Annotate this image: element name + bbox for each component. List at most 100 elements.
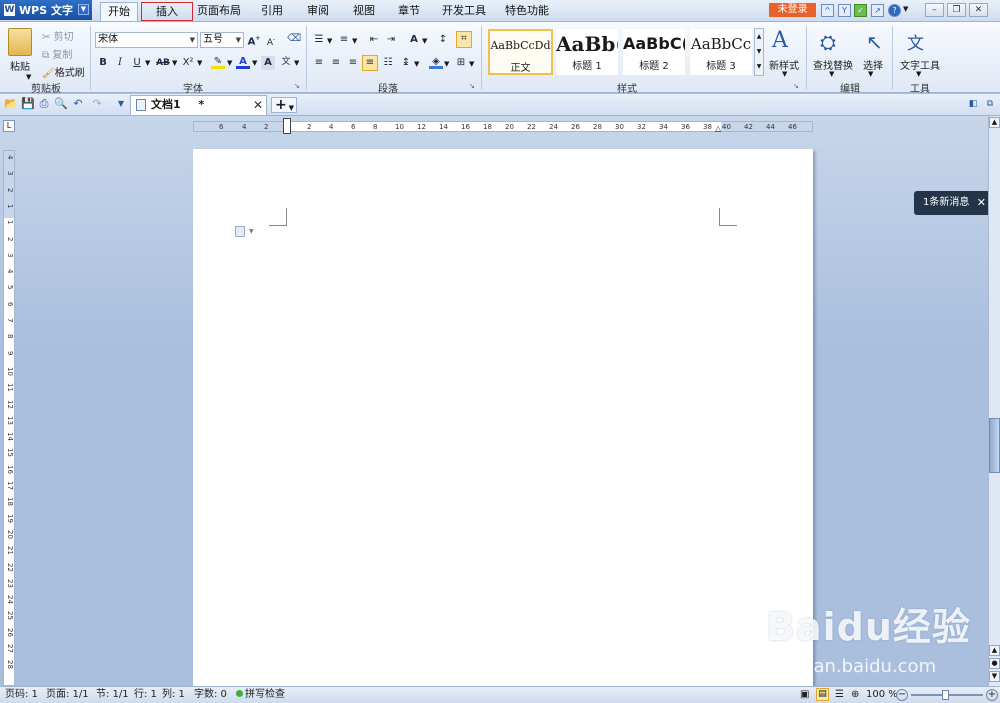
- page-view-icon[interactable]: ▤: [816, 688, 829, 701]
- collapse-ribbon-icon[interactable]: ^: [821, 4, 834, 17]
- undo-icon[interactable]: ↶: [71, 97, 85, 111]
- font-color-icon[interactable]: A: [236, 55, 250, 69]
- cut-button[interactable]: ✂ 剪切: [42, 28, 74, 43]
- tab-page-layout[interactable]: 页面布局: [196, 2, 242, 21]
- font-color-dropdown-icon[interactable]: ▼: [252, 59, 257, 67]
- paste-icon[interactable]: [8, 28, 32, 56]
- close-window-icon[interactable]: ✕: [969, 3, 988, 17]
- justify-icon[interactable]: ≡: [362, 55, 378, 71]
- text-tools-icon[interactable]: 文: [907, 29, 924, 54]
- login-button[interactable]: 未登录: [769, 3, 816, 17]
- paste-button[interactable]: 粘贴: [10, 58, 30, 73]
- shrink-font-icon[interactable]: A-: [264, 33, 278, 48]
- zoom-slider-thumb[interactable]: [942, 690, 949, 700]
- text-direction-icon[interactable]: A: [407, 33, 421, 47]
- font-name-select[interactable]: 宋体 ▼: [95, 32, 198, 48]
- paste-options-dropdown-icon[interactable]: ▼: [249, 228, 254, 235]
- line-spacing-icon[interactable]: ↨: [399, 56, 413, 70]
- right-indent-marker[interactable]: △: [715, 124, 721, 133]
- phonetic-guide-icon[interactable]: 文: [279, 55, 293, 69]
- text-tools-dropdown-icon[interactable]: ▼: [916, 70, 921, 78]
- increase-indent-icon[interactable]: ⇥: [384, 33, 398, 47]
- grow-font-icon[interactable]: A+: [247, 32, 261, 47]
- numbering-icon[interactable]: ≡: [337, 33, 351, 47]
- highlight-dropdown-icon[interactable]: ▼: [227, 59, 232, 67]
- scrollbar-thumb[interactable]: [989, 418, 1000, 473]
- paste-options-icon[interactable]: [235, 226, 245, 237]
- switch-window-icon[interactable]: ⧉: [983, 97, 997, 111]
- select-dropdown-icon[interactable]: ▼: [868, 70, 873, 78]
- align-center-icon[interactable]: ≡: [329, 56, 343, 70]
- tab-chapter[interactable]: 章节: [393, 2, 425, 21]
- document-page[interactable]: ▼: [193, 149, 813, 689]
- borders-dropdown-icon[interactable]: ▼: [469, 60, 474, 68]
- superscript-button[interactable]: X²: [180, 56, 196, 70]
- format-painter-button[interactable]: 🖌格式刷: [42, 64, 85, 79]
- print-icon[interactable]: ⎙: [37, 97, 51, 111]
- notification-popup[interactable]: 1条新消息 ✕: [914, 191, 992, 215]
- spell-check-status[interactable]: 拼写检查: [236, 687, 285, 703]
- tab-view[interactable]: 视图: [348, 2, 380, 21]
- tab-insert[interactable]: 插入: [141, 2, 193, 21]
- new-style-icon[interactable]: A: [772, 28, 788, 53]
- tab-home[interactable]: 开始: [100, 2, 138, 21]
- print-preview-icon[interactable]: 🔍: [54, 97, 68, 111]
- style-heading3-tile[interactable]: AaBbCc 标题 3: [690, 29, 752, 75]
- save-icon[interactable]: 💾: [21, 97, 35, 111]
- skin-icon[interactable]: Y: [838, 4, 851, 17]
- italic-button[interactable]: I: [113, 56, 127, 70]
- clear-format-icon[interactable]: ⌫: [287, 32, 301, 46]
- close-icon[interactable]: ✕: [977, 191, 986, 215]
- new-tab-button[interactable]: + ▼: [271, 97, 297, 113]
- style-heading2-tile[interactable]: AaBbC( 标题 2: [623, 29, 685, 75]
- distribute-icon[interactable]: ☷: [381, 56, 395, 70]
- phonetic-dropdown-icon[interactable]: ▼: [294, 59, 299, 67]
- minimize-icon[interactable]: –: [925, 3, 944, 17]
- indent-marker[interactable]: [283, 118, 291, 134]
- document-tab[interactable]: 文档1 * ✕: [130, 95, 267, 115]
- font-size-select[interactable]: 五号 ▼: [200, 32, 244, 48]
- show-marks-icon[interactable]: ⌗: [456, 31, 472, 48]
- bullets-dropdown-icon[interactable]: ▼: [327, 37, 332, 45]
- numbering-dropdown-icon[interactable]: ▼: [352, 37, 357, 45]
- outline-view-icon[interactable]: ☰: [835, 687, 844, 703]
- help-icon[interactable]: ?: [888, 4, 901, 17]
- style-heading1-tile[interactable]: AaBb( 标题 1: [556, 29, 618, 75]
- cursor-icon[interactable]: ↖: [866, 30, 883, 54]
- align-right-icon[interactable]: ≡: [346, 56, 360, 70]
- tab-review[interactable]: 审阅: [302, 2, 334, 21]
- text-direction-dropdown-icon[interactable]: ▼: [422, 37, 427, 45]
- tab-developer[interactable]: 开发工具: [440, 2, 488, 21]
- web-view-icon[interactable]: ⊕: [851, 687, 859, 703]
- zoom-in-icon[interactable]: +: [986, 689, 998, 701]
- strikethrough-button[interactable]: AB: [155, 56, 171, 70]
- styles-more-icon[interactable]: ▼: [755, 59, 763, 74]
- task-pane-icon[interactable]: ◧: [966, 97, 980, 111]
- align-left-icon[interactable]: ≡: [312, 56, 326, 70]
- close-tab-icon[interactable]: ✕: [253, 96, 263, 114]
- char-shading-icon[interactable]: A: [261, 56, 275, 70]
- new-style-dropdown-icon[interactable]: ▼: [782, 70, 787, 78]
- sort-icon[interactable]: ↕: [436, 33, 450, 47]
- share-icon[interactable]: ↗: [871, 4, 884, 17]
- restore-icon[interactable]: ❐: [947, 3, 966, 17]
- superscript-dropdown-icon[interactable]: ▼: [197, 59, 202, 67]
- find-dropdown-icon[interactable]: ▼: [829, 70, 834, 78]
- strike-dropdown-icon[interactable]: ▼: [172, 59, 177, 67]
- tab-stop-selector[interactable]: L: [3, 120, 15, 132]
- highlight-icon[interactable]: ✎: [211, 55, 225, 69]
- vertical-ruler[interactable]: 4 3 2 1 1 2 3 4 5 6 7 8 9 10 11 12 13 14 15 16 17 18 19 20 21 22 2…: [3, 150, 15, 686]
- shading-icon[interactable]: ◈: [429, 55, 443, 69]
- status-word-count[interactable]: 字数: 0: [194, 687, 227, 703]
- styles-dialog-launcher-icon[interactable]: ↘: [793, 82, 799, 90]
- underline-button[interactable]: U: [130, 56, 144, 70]
- open-icon[interactable]: 📂: [4, 97, 18, 111]
- app-menu-button[interactable]: W WPS 文字 ▼: [0, 0, 92, 20]
- copy-button[interactable]: ⧉ 复制: [42, 46, 72, 61]
- redo-icon[interactable]: ↷: [90, 97, 104, 111]
- scroll-up-icon[interactable]: ▲: [989, 117, 1000, 128]
- tab-special[interactable]: 特色功能: [503, 2, 551, 21]
- font-dialog-launcher-icon[interactable]: ↘: [294, 82, 300, 90]
- style-normal-tile[interactable]: AaBbCcDd 正文: [488, 29, 553, 75]
- update-icon[interactable]: ✓: [854, 4, 867, 17]
